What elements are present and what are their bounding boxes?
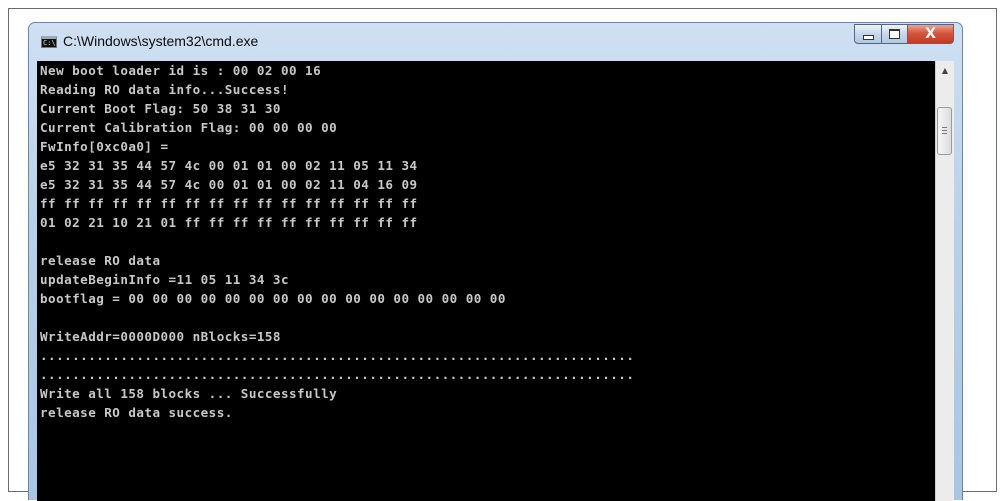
cmd-icon[interactable]: C:\ <box>41 36 57 48</box>
caption-buttons: X <box>854 24 954 46</box>
console-line: Reading RO data info...Success! <box>40 82 289 97</box>
vertical-scrollbar[interactable]: ▲ <box>935 61 954 501</box>
scroll-up-arrow-icon[interactable]: ▲ <box>936 61 954 79</box>
console-line: ff ff ff ff ff ff ff ff ff ff ff ff ff f… <box>40 196 418 211</box>
console-line: e5 32 31 35 44 57 4c 00 01 01 00 02 11 0… <box>40 158 418 173</box>
console-line: Write all 158 blocks ... Successfully <box>40 386 338 401</box>
cmd-window: C:\ C:\Windows\system32\cmd.exe X New bo… <box>28 22 963 501</box>
minimize-button[interactable] <box>854 24 882 44</box>
grip-line <box>942 130 947 131</box>
scrollbar-thumb[interactable] <box>937 107 952 155</box>
console-line: updateBeginInfo =11 05 11 34 3c <box>40 272 289 287</box>
console-line: release RO data success. <box>40 405 233 420</box>
grip-line <box>942 127 947 128</box>
console-line: 01 02 21 10 21 01 ff ff ff ff ff ff ff f… <box>40 215 418 230</box>
console-line: bootflag = 00 00 00 00 00 00 00 00 00 00… <box>40 291 506 306</box>
console-line: Current Calibration Flag: 00 00 00 00 <box>40 120 338 135</box>
console-line: FwInfo[0xc0a0] = <box>40 139 169 154</box>
maximize-button[interactable] <box>882 24 908 44</box>
console-line: ........................................… <box>40 348 635 363</box>
console-line: e5 32 31 35 44 57 4c 00 01 01 00 02 11 0… <box>40 177 418 192</box>
console-line: WriteAddr=0000D000 nBlocks=158 <box>40 329 281 344</box>
maximize-icon <box>889 29 900 39</box>
grip-line <box>942 133 947 134</box>
title-bar[interactable]: C:\ C:\Windows\system32\cmd.exe X <box>29 23 962 61</box>
console-line: New boot loader id is : 00 02 00 16 <box>40 63 322 78</box>
console-line: release RO data <box>40 253 161 268</box>
window-title: C:\Windows\system32\cmd.exe <box>63 33 259 49</box>
close-icon: X <box>925 26 936 42</box>
close-button[interactable]: X <box>908 24 954 44</box>
console-line: ........................................… <box>40 367 635 382</box>
console-line: Current Boot Flag: 50 38 31 30 <box>40 101 281 116</box>
minimize-icon <box>862 34 874 40</box>
console-output[interactable]: New boot loader id is : 00 02 00 16 Read… <box>37 61 935 501</box>
